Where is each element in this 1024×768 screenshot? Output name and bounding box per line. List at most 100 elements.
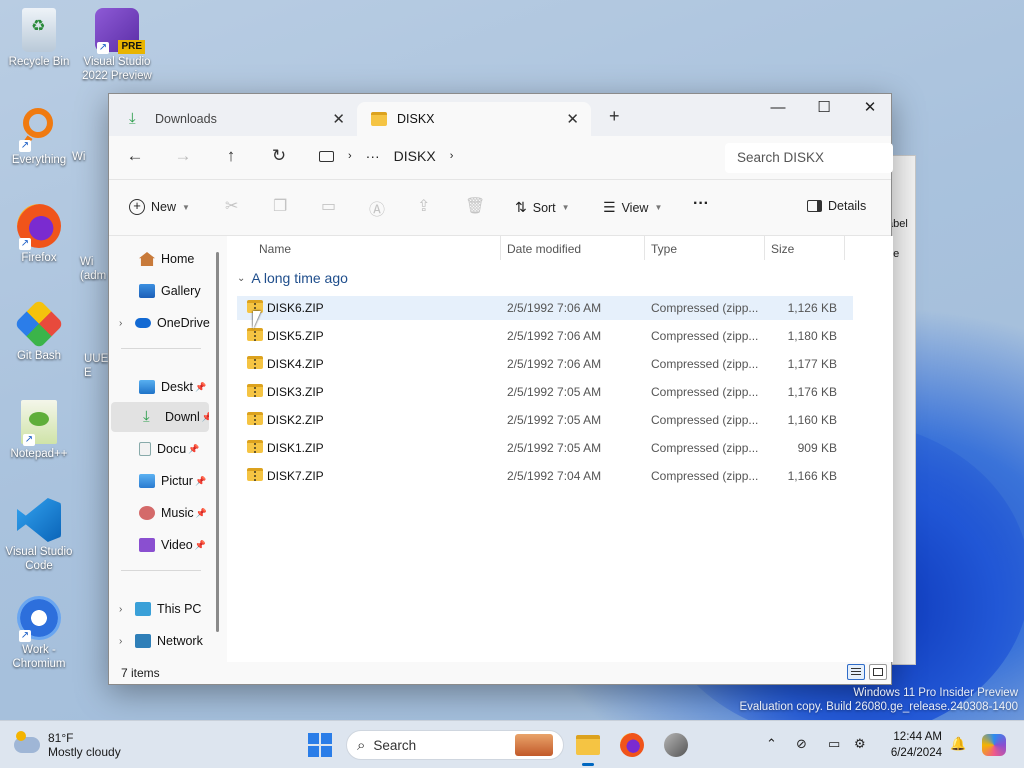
desktop-icon-git-bash[interactable]: Git Bash <box>1 299 77 363</box>
chevron-right-icon[interactable]: › <box>119 636 135 647</box>
paste-icon[interactable]: ▭ <box>321 196 336 216</box>
sidebar-item-downloads[interactable]: ⤓ Downl 📌 <box>111 402 209 432</box>
start-button[interactable] <box>308 731 332 759</box>
chevron-right-icon[interactable]: › <box>348 150 352 162</box>
column-divider[interactable] <box>644 236 645 260</box>
copy-icon[interactable]: ❐ <box>273 196 287 216</box>
group-header[interactable]: ⌄ A long time ago <box>237 270 348 286</box>
taskbar-file-explorer[interactable] <box>576 731 600 766</box>
column-divider[interactable] <box>844 236 845 260</box>
file-row[interactable]: DISK1.ZIP 2/5/1992 7:05 AM Compressed (z… <box>237 436 853 460</box>
up-arrow-icon[interactable]: ↑ <box>219 146 243 166</box>
chevron-right-icon[interactable]: › <box>119 604 135 615</box>
chevron-right-icon[interactable]: › <box>119 318 135 329</box>
column-header-name[interactable]: Name <box>259 242 291 256</box>
settings-sync-icon[interactable]: ⚙ <box>854 736 866 752</box>
taskbar-search[interactable]: ⌕ Search <box>346 730 564 760</box>
desktop-icon-chromium[interactable]: ↗ Work - Chromium <box>1 596 77 671</box>
sidebar-item-onedrive[interactable]: › OneDrive <box>119 308 215 338</box>
breadcrumb-current[interactable]: DISKX <box>394 148 436 164</box>
share-icon[interactable]: ⇪ <box>417 196 430 216</box>
delete-icon[interactable]: 🗑 <box>465 196 485 216</box>
rename-icon[interactable]: Ⓐ <box>369 196 385 220</box>
file-row[interactable]: DISK3.ZIP 2/5/1992 7:05 AM Compressed (z… <box>237 380 853 404</box>
sidebar-item-home[interactable]: Home <box>139 244 235 274</box>
file-row[interactable]: DISK5.ZIP 2/5/1992 7:06 AM Compressed (z… <box>237 324 853 348</box>
file-explorer-window[interactable]: ⤓ Downloads ✕ DISKX ✕ + — ☐ ✕ ← → ↑ ↻ › … <box>108 93 893 685</box>
file-name: DISK2.ZIP <box>267 413 324 427</box>
desktop-icon-partial[interactable]: Wi <box>72 150 112 164</box>
minimize-button[interactable]: — <box>755 94 801 124</box>
more-options-button[interactable]: ··· <box>693 195 709 213</box>
sidebar-item-label: Deskt <box>161 380 193 394</box>
monitor-icon[interactable] <box>319 150 334 162</box>
column-header-date[interactable]: Date modified <box>507 242 581 256</box>
close-tab-icon[interactable]: ✕ <box>332 110 345 128</box>
column-divider[interactable] <box>500 236 501 260</box>
file-row[interactable]: DISK6.ZIP 2/5/1992 7:06 AM Compressed (z… <box>237 296 853 320</box>
file-row[interactable]: DISK7.ZIP 2/5/1992 7:04 AM Compressed (z… <box>237 464 853 488</box>
sort-button[interactable]: ⇅ Sort ▼ <box>515 199 570 216</box>
file-row[interactable]: DISK2.ZIP 2/5/1992 7:05 AM Compressed (z… <box>237 408 853 432</box>
new-button[interactable]: + New ▼ <box>129 199 190 215</box>
zip-folder-icon <box>247 356 263 369</box>
tab-downloads[interactable]: ⤓ Downloads ✕ <box>115 102 357 136</box>
column-header-size[interactable]: Size <box>771 242 794 256</box>
taskbar-firefox[interactable] <box>620 731 644 759</box>
sidebar-item-this-pc[interactable]: › This PC <box>119 594 215 624</box>
file-type: Compressed (zipp... <box>651 469 759 483</box>
videos-folder-icon <box>139 538 155 552</box>
breadcrumb[interactable]: › ··· DISKX › <box>319 148 453 164</box>
details-view-toggle[interactable] <box>847 664 865 680</box>
chevron-right-icon[interactable]: › <box>450 150 454 162</box>
sidebar-item-gallery[interactable]: Gallery <box>139 276 235 306</box>
file-date: 2/5/1992 7:06 AM <box>507 357 602 371</box>
network-off-icon[interactable]: ⊘ <box>796 736 807 752</box>
new-tab-button[interactable]: + <box>609 106 620 127</box>
notification-bell-icon[interactable]: 🔔 <box>950 736 966 752</box>
cut-icon[interactable]: ✂ <box>225 196 238 216</box>
maximize-button[interactable]: ☐ <box>801 94 847 124</box>
desktop-icon-label: Firefox <box>21 252 57 264</box>
breadcrumb-more[interactable]: ··· <box>366 148 380 164</box>
clock-time: 12:44 AM <box>893 731 942 743</box>
file-name: DISK4.ZIP <box>267 357 324 371</box>
close-window-button[interactable]: ✕ <box>847 94 893 124</box>
desktop-icon-label: Work - Chromium <box>12 644 66 670</box>
sidebar-item-videos[interactable]: Video 📌 <box>139 530 209 560</box>
desktop-icon-recycle-bin[interactable]: ♻ Recycle Bin <box>1 8 77 69</box>
sidebar-scrollbar[interactable] <box>216 252 219 632</box>
chevron-up-icon[interactable]: ⌃ <box>766 736 777 752</box>
tab-diskx[interactable]: DISKX ✕ <box>357 102 591 136</box>
desktop-icon-notepadpp[interactable]: ↗ Notepad++ <box>1 400 77 461</box>
clock[interactable]: 12:44 AM 6/24/2024 <box>880 729 942 761</box>
windows-logo-icon <box>308 733 332 757</box>
details-pane-button[interactable]: Details <box>807 199 866 213</box>
search-input[interactable]: Search DISKX <box>725 143 893 173</box>
desktop-icon-everything[interactable]: ↗ Everything <box>1 106 77 167</box>
taskbar-app[interactable] <box>664 731 688 759</box>
sidebar-item-desktop[interactable]: Deskt 📌 <box>139 372 209 402</box>
file-row[interactable]: DISK4.ZIP 2/5/1992 7:06 AM Compressed (z… <box>237 352 853 376</box>
column-header-type[interactable]: Type <box>651 242 677 256</box>
forward-arrow-icon[interactable]: → <box>171 146 195 166</box>
visual-studio-icon: PRE ↗ <box>95 8 145 54</box>
firefox-icon <box>620 733 644 757</box>
desktop-icon-visual-studio[interactable]: PRE ↗ Visual Studio 2022 Preview <box>79 8 155 83</box>
view-button[interactable]: ☰ View ▼ <box>603 199 662 216</box>
onedrive-icon <box>135 318 151 328</box>
sidebar-item-pictures[interactable]: Pictur 📌 <box>139 466 209 496</box>
sidebar-item-music[interactable]: Music 📌 <box>139 498 209 528</box>
desktop-icon-vscode[interactable]: Visual Studio Code <box>1 498 77 573</box>
refresh-icon[interactable]: ↻ <box>267 146 291 166</box>
back-arrow-icon[interactable]: ← <box>123 146 147 166</box>
desktop-icon-firefox[interactable]: ↗ Firefox <box>1 204 77 265</box>
copilot-button[interactable] <box>982 731 1006 759</box>
sidebar-item-network[interactable]: › Network <box>119 626 215 656</box>
close-tab-icon[interactable]: ✕ <box>566 110 579 128</box>
weather-widget[interactable]: 81°F Mostly cloudy <box>14 731 121 759</box>
display-icon[interactable]: ▭ <box>828 736 840 752</box>
sidebar-item-documents[interactable]: Docu 📌 <box>139 434 209 464</box>
column-divider[interactable] <box>764 236 765 260</box>
tiles-view-toggle[interactable] <box>869 664 887 680</box>
